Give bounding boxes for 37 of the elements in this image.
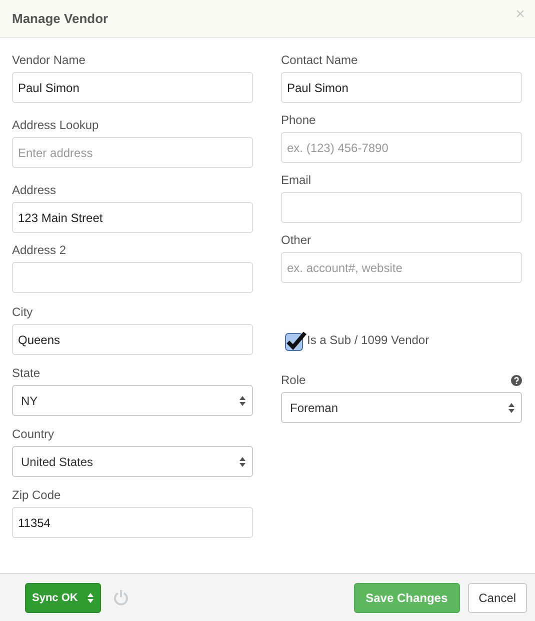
field-label: Phone bbox=[281, 113, 316, 127]
field-label: City bbox=[12, 305, 33, 319]
field-label: State bbox=[12, 366, 40, 380]
checkbox-label: Is a Sub / 1099 Vendor bbox=[307, 333, 430, 347]
caret-icon bbox=[239, 394, 246, 406]
text-field[interactable]: Enter address bbox=[12, 137, 253, 168]
checkbox[interactable] bbox=[285, 330, 307, 350]
field-label: Other bbox=[281, 233, 312, 247]
text-field[interactable] bbox=[12, 262, 253, 293]
text-field[interactable]: Paul Simon bbox=[12, 72, 253, 103]
sync-status-select[interactable]: Sync OK bbox=[25, 582, 101, 612]
text-field[interactable]: ex. account#, website bbox=[281, 252, 522, 283]
text-field[interactable] bbox=[281, 192, 522, 223]
text-field[interactable]: Paul Simon bbox=[281, 72, 522, 103]
field-label: Vendor Name bbox=[12, 53, 86, 67]
cancel-button[interactable]: Cancel bbox=[468, 582, 527, 612]
field-label: Address 2 bbox=[12, 243, 66, 257]
field-label: Address Lookup bbox=[12, 118, 99, 132]
select-field[interactable]: NY bbox=[12, 385, 253, 416]
field-label: Email bbox=[281, 173, 312, 187]
help-icon[interactable] bbox=[511, 374, 522, 386]
field-label: Zip Code bbox=[12, 488, 61, 502]
caret-icon bbox=[508, 402, 515, 414]
text-field[interactable]: 123 Main Street bbox=[12, 202, 253, 233]
select-field[interactable]: United States bbox=[12, 446, 253, 477]
caret-icon bbox=[239, 456, 246, 468]
text-field[interactable]: 11354 bbox=[12, 507, 253, 538]
field-label: Address bbox=[12, 183, 56, 197]
select-field[interactable]: Foreman bbox=[281, 392, 522, 423]
power-icon[interactable] bbox=[113, 589, 129, 606]
caret-icon bbox=[87, 592, 94, 604]
field-label: Contact Name bbox=[281, 53, 358, 67]
dialog-title: Manage Vendor bbox=[12, 11, 108, 26]
field-label: Country bbox=[12, 427, 54, 441]
text-field[interactable]: Queens bbox=[12, 324, 253, 355]
field-label: Role bbox=[281, 373, 306, 387]
text-field[interactable]: ex. (123) 456-7890 bbox=[281, 132, 522, 163]
